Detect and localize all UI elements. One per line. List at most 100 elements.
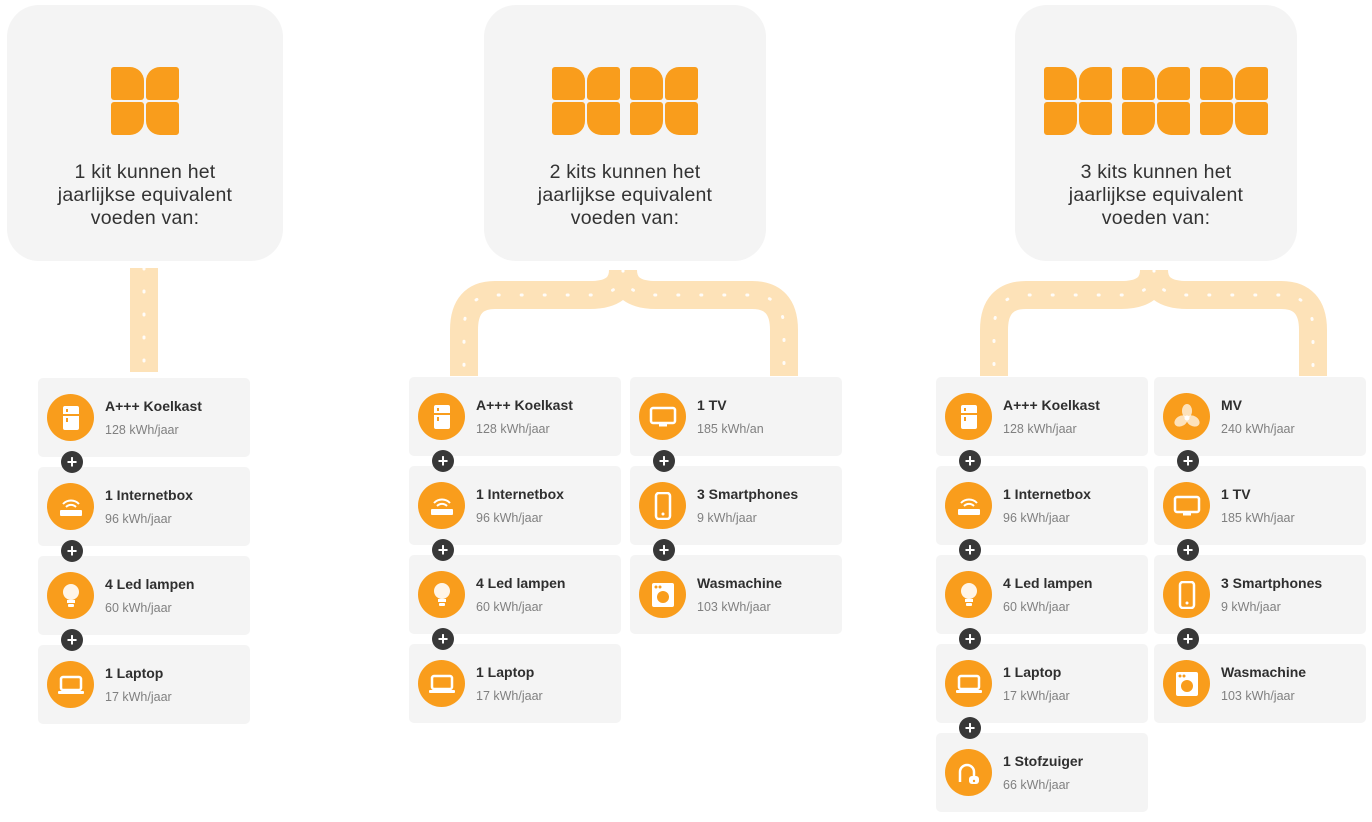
appliance-column: A+++ Koelkast 128 kWh/jaar +1 Internetbox 9… xyxy=(409,377,621,733)
ventilation-icon xyxy=(1163,393,1210,440)
appliance-consumption: 96 kWh/jaar xyxy=(1003,511,1070,525)
washing-machine-icon xyxy=(1163,660,1210,707)
plus-icon: + xyxy=(432,628,454,650)
appliance-card: A+++ Koelkast 128 kWh/jaar xyxy=(38,378,250,457)
solar-panel-icon xyxy=(1044,67,1112,135)
internetbox-icon xyxy=(945,482,992,529)
plus-icon: + xyxy=(61,451,83,473)
appliance-consumption: 128 kWh/jaar xyxy=(105,423,179,437)
header-box-3-kits: 3 kits kunnen het jaarlijkse equivalent … xyxy=(1015,5,1297,261)
appliance-name: 1 Internetbox xyxy=(1003,486,1091,502)
laptop-icon xyxy=(945,660,992,707)
appliance-name: 3 Smartphones xyxy=(697,486,799,502)
fridge-icon xyxy=(945,393,992,440)
tv-icon xyxy=(1163,482,1210,529)
laptop-icon xyxy=(47,661,94,708)
appliance-card: 3 Smartphones 9 kWh/jaar xyxy=(630,466,842,545)
plus-icon: + xyxy=(61,540,83,562)
solar-kits-illustration xyxy=(552,67,698,135)
washing-machine-icon xyxy=(639,571,686,618)
appliance-column: MV 240 kWh/jaar +1 TV 185 kWh/jaar +3 Smartp… xyxy=(1154,377,1366,733)
appliance-name: A+++ Koelkast xyxy=(105,398,202,414)
appliance-name: A+++ Koelkast xyxy=(476,397,573,413)
appliance-consumption: 96 kWh/jaar xyxy=(105,512,172,526)
appliance-card: 1 Internetbox 96 kWh/jaar xyxy=(409,466,621,545)
appliance-card: Wasmachine 103 kWh/jaar xyxy=(630,555,842,634)
appliance-consumption: 60 kWh/jaar xyxy=(105,601,172,615)
appliance-name: 4 Led lampen xyxy=(105,576,195,592)
appliance-name: A+++ Koelkast xyxy=(1003,397,1100,413)
appliance-name: Wasmachine xyxy=(1221,664,1307,680)
fridge-icon xyxy=(47,394,94,441)
appliance-name: 1 Stofzuiger xyxy=(1003,753,1084,769)
appliance-card: 1 Stofzuiger 66 kWh/jaar xyxy=(936,733,1148,812)
appliance-consumption: 96 kWh/jaar xyxy=(476,511,543,525)
appliance-card: 1 TV 185 kWh/an xyxy=(630,377,842,456)
led-bulb-icon xyxy=(47,572,94,619)
appliance-name: 1 Laptop xyxy=(105,665,164,681)
appliance-name: 1 Laptop xyxy=(476,664,535,680)
appliance-card: 1 Laptop 17 kWh/jaar xyxy=(936,644,1148,723)
appliance-card: 3 Smartphones 9 kWh/jaar xyxy=(1154,555,1366,634)
appliance-name: 1 Internetbox xyxy=(105,487,193,503)
fridge-icon xyxy=(418,393,465,440)
header-box-2-kits: 2 kits kunnen het jaarlijkse equivalent … xyxy=(484,5,766,261)
appliance-card: A+++ Koelkast 128 kWh/jaar xyxy=(409,377,621,456)
internetbox-icon xyxy=(47,483,94,530)
internetbox-icon xyxy=(418,482,465,529)
appliance-consumption: 60 kWh/jaar xyxy=(1003,600,1070,614)
appliance-card: 4 Led lampen 60 kWh/jaar xyxy=(38,556,250,635)
appliance-card: 1 TV 185 kWh/jaar xyxy=(1154,466,1366,545)
plus-icon: + xyxy=(61,629,83,651)
appliance-name: 4 Led lampen xyxy=(1003,575,1093,591)
solar-kits-illustration xyxy=(1044,67,1268,135)
smartphone-icon xyxy=(1163,571,1210,618)
appliance-consumption: 17 kWh/jaar xyxy=(476,689,543,703)
appliance-card: MV 240 kWh/jaar xyxy=(1154,377,1366,456)
appliance-consumption: 185 kWh/an xyxy=(697,422,764,436)
header-title: 2 kits kunnen het jaarlijkse equivalent … xyxy=(537,161,713,229)
appliance-column: 1 TV 185 kWh/an +3 Smartphones 9 kWh/jaar + W… xyxy=(630,377,842,644)
plus-icon: + xyxy=(1177,539,1199,561)
appliance-name: 1 Laptop xyxy=(1003,664,1062,680)
plus-icon: + xyxy=(959,628,981,650)
appliance-card: Wasmachine 103 kWh/jaar xyxy=(1154,644,1366,723)
appliance-consumption: 185 kWh/jaar xyxy=(1221,511,1295,525)
appliance-name: 4 Led lampen xyxy=(476,575,566,591)
appliance-card: 4 Led lampen 60 kWh/jaar xyxy=(409,555,621,634)
appliance-consumption: 103 kWh/jaar xyxy=(697,600,771,614)
plus-icon: + xyxy=(432,539,454,561)
appliance-card: 4 Led lampen 60 kWh/jaar xyxy=(936,555,1148,634)
appliance-name: 1 TV xyxy=(1221,486,1251,502)
appliance-consumption: 240 kWh/jaar xyxy=(1221,422,1295,436)
appliance-name: Wasmachine xyxy=(697,575,783,591)
appliance-card: 1 Laptop 17 kWh/jaar xyxy=(409,644,621,723)
solar-panel-icon xyxy=(1200,67,1268,135)
appliance-consumption: 128 kWh/jaar xyxy=(476,422,550,436)
appliance-consumption: 60 kWh/jaar xyxy=(476,600,543,614)
appliance-name: MV xyxy=(1221,397,1242,413)
plus-icon: + xyxy=(959,717,981,739)
plus-icon: + xyxy=(653,450,675,472)
appliance-card: 1 Internetbox 96 kWh/jaar xyxy=(936,466,1148,545)
appliance-consumption: 17 kWh/jaar xyxy=(1003,689,1070,703)
solar-panel-icon xyxy=(552,67,620,135)
appliance-consumption: 128 kWh/jaar xyxy=(1003,422,1077,436)
appliance-consumption: 9 kWh/jaar xyxy=(1221,600,1281,614)
plus-icon: + xyxy=(959,539,981,561)
appliance-card: 1 Internetbox 96 kWh/jaar xyxy=(38,467,250,546)
header-title: 3 kits kunnen het jaarlijkse equivalent … xyxy=(1068,161,1244,229)
plus-icon: + xyxy=(959,450,981,472)
appliance-consumption: 9 kWh/jaar xyxy=(697,511,757,525)
appliance-name: 1 TV xyxy=(697,397,727,413)
plus-icon: + xyxy=(653,539,675,561)
appliance-card: 1 Laptop 17 kWh/jaar xyxy=(38,645,250,724)
appliance-name: 1 Internetbox xyxy=(476,486,564,502)
appliance-consumption: 17 kWh/jaar xyxy=(105,690,172,704)
appliance-column: A+++ Koelkast 128 kWh/jaar +1 Internetbox 9… xyxy=(936,377,1148,822)
appliance-consumption: 103 kWh/jaar xyxy=(1221,689,1295,703)
vacuum-icon xyxy=(945,749,992,796)
smartphone-icon xyxy=(639,482,686,529)
plus-icon: + xyxy=(1177,450,1199,472)
appliance-column: A+++ Koelkast 128 kWh/jaar +1 Internetbox 9… xyxy=(38,378,250,734)
